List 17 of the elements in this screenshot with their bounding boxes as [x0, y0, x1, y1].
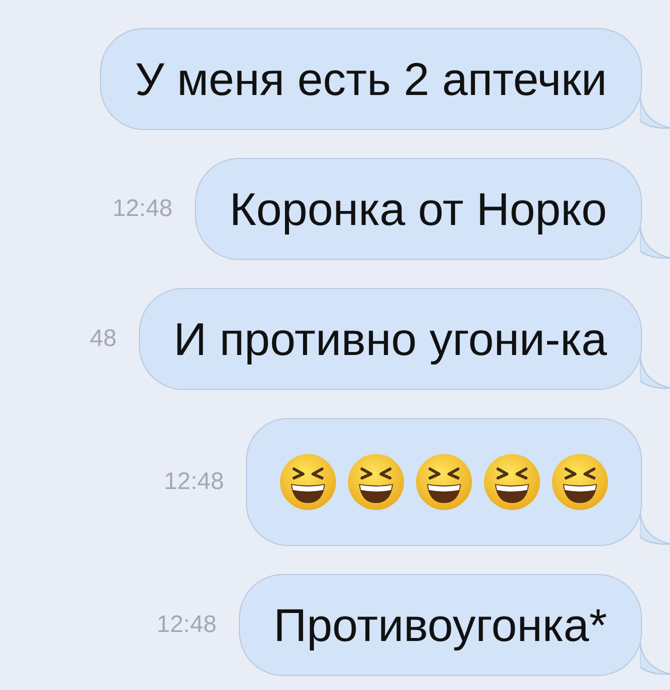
message-bubble: У меня есть 2 аптечки [100, 28, 642, 130]
laughing-emoji-icon [415, 453, 473, 511]
laughing-emoji-icon [483, 453, 541, 511]
laughing-emoji-icon [279, 453, 337, 511]
message-time: 12:48 [112, 194, 173, 224]
bubble-tail [640, 95, 670, 129]
message-time: 12:48 [156, 610, 217, 640]
bubble-tail [640, 641, 670, 675]
message-bubble: Противоугонка* [238, 574, 642, 676]
bubble-tail [640, 225, 670, 259]
message-bubble: И противно угони-ка [138, 288, 642, 390]
message-time: 12:48 [164, 467, 224, 497]
laughing-emoji-icon [551, 453, 609, 511]
message-time: 48 [90, 324, 117, 354]
laughing-emoji-icon [347, 453, 405, 511]
bubble-tail [640, 355, 670, 389]
message-bubble: Коронка от Норко [194, 158, 642, 260]
